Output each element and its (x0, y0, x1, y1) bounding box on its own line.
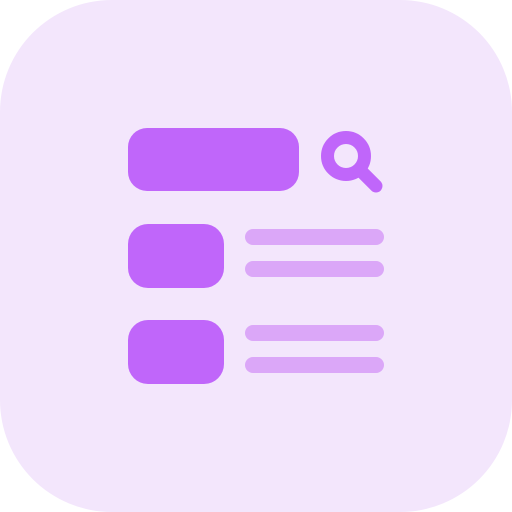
icon-background (0, 0, 512, 512)
result-thumbnail (128, 320, 224, 384)
search-bar (128, 128, 299, 191)
app-icon (0, 0, 512, 512)
result-description-line (245, 357, 384, 373)
result-description-line (245, 261, 384, 277)
search-results-list-icon (0, 0, 512, 512)
result-title-line (245, 325, 384, 341)
result-thumbnail (128, 224, 224, 288)
result-title-line (245, 229, 384, 245)
